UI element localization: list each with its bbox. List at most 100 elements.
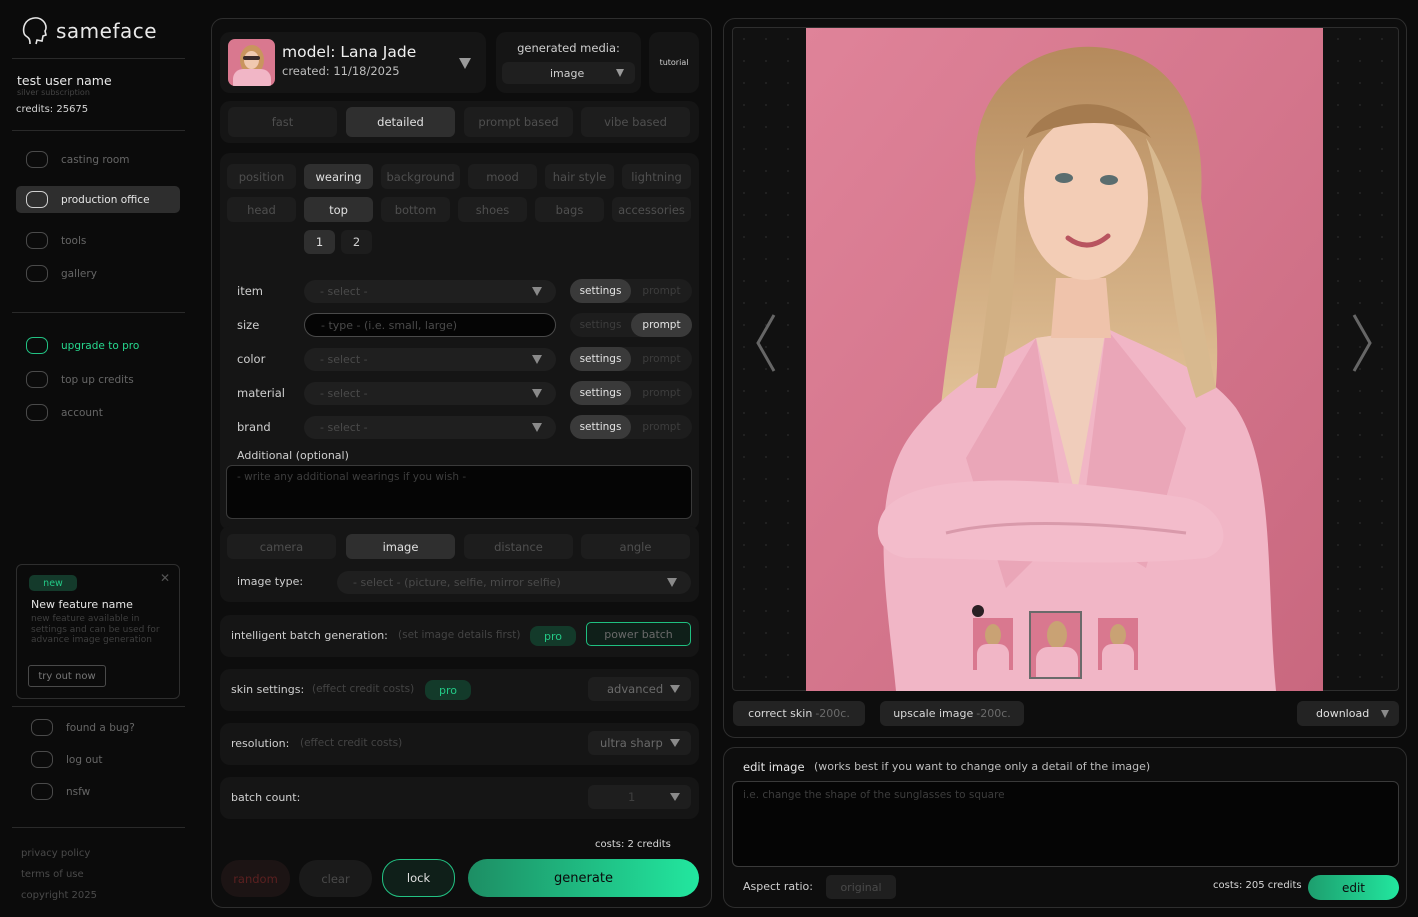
tab-fast[interactable]: fast	[228, 107, 337, 137]
detail-settings: position wearing background mood hair st…	[220, 153, 699, 530]
generate-button[interactable]: generate	[468, 859, 699, 897]
tab-distance[interactable]: distance	[464, 534, 573, 559]
settings-option[interactable]: settings	[570, 313, 631, 337]
subcategory-shoes[interactable]: shoes	[458, 197, 527, 222]
brand-select[interactable]: - select -	[304, 416, 556, 439]
clear-button[interactable]: clear	[299, 860, 372, 897]
brand-placeholder: - select -	[320, 421, 368, 434]
skin-dropdown[interactable]: advanced	[588, 677, 691, 701]
generated-image[interactable]	[806, 28, 1323, 691]
media-type-box: generated media: image	[496, 32, 641, 93]
nav-tools[interactable]: tools	[16, 227, 180, 254]
size-input[interactable]: - type - (i.e. small, large)	[304, 313, 556, 337]
batch-count-dropdown[interactable]: 1	[588, 785, 691, 809]
page-1[interactable]: 1	[304, 230, 335, 254]
close-icon[interactable]: ✕	[160, 571, 170, 585]
try-out-button[interactable]: try out now	[28, 665, 106, 687]
edit-prompt-textarea[interactable]: i.e. change the shape of the sunglasses …	[732, 781, 1399, 867]
production-office-icon	[26, 191, 48, 208]
tab-camera[interactable]: camera	[227, 534, 336, 559]
nav-upgrade-to-pro[interactable]: upgrade to pro	[16, 332, 180, 359]
nav-label: log out	[66, 753, 103, 766]
prompt-option[interactable]: prompt	[631, 279, 692, 303]
chevron-down-icon	[670, 793, 680, 801]
prompt-option[interactable]: prompt	[631, 347, 692, 371]
resolution-value: ultra sharp	[600, 736, 663, 750]
tutorial-button[interactable]: tutorial	[649, 32, 699, 93]
brand-mode-toggle: settings prompt	[570, 415, 692, 439]
prompt-option[interactable]: prompt	[631, 381, 692, 405]
settings-option[interactable]: settings	[570, 347, 631, 371]
thumbnail-1[interactable]	[973, 618, 1013, 670]
skin-value: advanced	[607, 682, 664, 696]
tab-detailed[interactable]: detailed	[346, 107, 455, 137]
nav-production-office[interactable]: production office	[16, 186, 180, 213]
nav-casting-room[interactable]: casting room	[16, 146, 180, 173]
nav-gallery[interactable]: gallery	[16, 260, 180, 287]
privacy-link[interactable]: privacy policy	[21, 848, 90, 859]
nav-found-a-bug[interactable]: found a bug?	[21, 714, 185, 741]
nav-label: tools	[61, 234, 87, 247]
category-position[interactable]: position	[227, 164, 296, 189]
aspect-ratio-select[interactable]: original	[826, 875, 896, 899]
additional-textarea[interactable]: - write any additional wearings if you w…	[226, 465, 692, 519]
media-select[interactable]: image	[502, 62, 635, 84]
chevron-down-icon[interactable]	[459, 58, 471, 69]
settings-option[interactable]: settings	[570, 415, 631, 439]
category-wearing[interactable]: wearing	[304, 164, 373, 189]
prompt-option[interactable]: prompt	[631, 313, 692, 337]
category-background[interactable]: background	[381, 164, 460, 189]
category-lightning[interactable]: lightning	[622, 164, 691, 189]
category-hair-style[interactable]: hair style	[545, 164, 614, 189]
tools-icon	[26, 232, 48, 249]
settings-option[interactable]: settings	[570, 279, 631, 303]
logo[interactable]: sameface	[22, 16, 157, 46]
subcategory-head[interactable]: head	[227, 197, 296, 222]
correct-skin-label: correct skin	[748, 707, 813, 720]
color-select[interactable]: - select -	[304, 348, 556, 371]
download-button[interactable]: download	[1297, 701, 1399, 726]
material-select[interactable]: - select -	[304, 382, 556, 405]
resolution-dropdown[interactable]: ultra sharp	[588, 731, 691, 755]
page-2[interactable]: 2	[341, 230, 372, 254]
edit-button[interactable]: edit	[1308, 875, 1399, 900]
nav-account[interactable]: account	[16, 399, 180, 426]
mode-tabs: fast detailed prompt based vibe based	[220, 101, 699, 143]
batch-hint: (set image details first)	[398, 629, 521, 641]
subcategory-bottom[interactable]: bottom	[381, 197, 450, 222]
category-mood[interactable]: mood	[468, 164, 537, 189]
correct-skin-button[interactable]: correct skin -200c.	[733, 701, 865, 726]
batch-count-value: 1	[628, 790, 636, 804]
chevron-down-icon	[532, 423, 542, 432]
skin-section: skin settings: (effect credit costs) pro…	[220, 669, 699, 711]
chevron-down-icon	[670, 739, 680, 747]
previous-image-arrow-icon[interactable]	[755, 313, 777, 373]
next-image-arrow-icon[interactable]	[1351, 313, 1373, 373]
tab-vibe-based[interactable]: vibe based	[581, 107, 690, 137]
prompt-option[interactable]: prompt	[631, 415, 692, 439]
nav-top-up-credits[interactable]: top up credits	[16, 366, 180, 393]
thumbnail-3[interactable]	[1098, 618, 1138, 670]
subcategory-top[interactable]: top	[304, 197, 373, 222]
model-selector[interactable]: model: Lana Jade created: 11/18/2025	[220, 32, 486, 93]
subcategory-bags[interactable]: bags	[535, 197, 604, 222]
lock-button[interactable]: lock	[382, 859, 455, 897]
tab-prompt-based[interactable]: prompt based	[464, 107, 573, 137]
thumbnail-2-selected[interactable]	[1029, 611, 1082, 679]
random-button[interactable]: random	[221, 860, 290, 897]
nav-nsfw[interactable]: nsfw	[21, 778, 185, 805]
nav-log-out[interactable]: log out	[21, 746, 185, 773]
image-type-select[interactable]: - select - (picture, selfie, mirror self…	[337, 571, 691, 594]
subscription-label: silver subscription	[17, 88, 90, 97]
terms-link[interactable]: terms of use	[21, 869, 84, 880]
upscale-image-button[interactable]: upscale image -200c.	[880, 701, 1024, 726]
tab-angle[interactable]: angle	[581, 534, 690, 559]
tab-image[interactable]: image	[346, 534, 455, 559]
power-batch-button[interactable]: power batch	[586, 622, 691, 646]
batch-label: intelligent batch generation:	[231, 629, 388, 642]
subcategory-accessories[interactable]: accessories	[612, 197, 691, 222]
settings-option[interactable]: settings	[570, 381, 631, 405]
additional-label: Additional (optional)	[237, 449, 349, 462]
item-select[interactable]: - select -	[304, 280, 556, 303]
media-label: generated media:	[517, 41, 620, 55]
